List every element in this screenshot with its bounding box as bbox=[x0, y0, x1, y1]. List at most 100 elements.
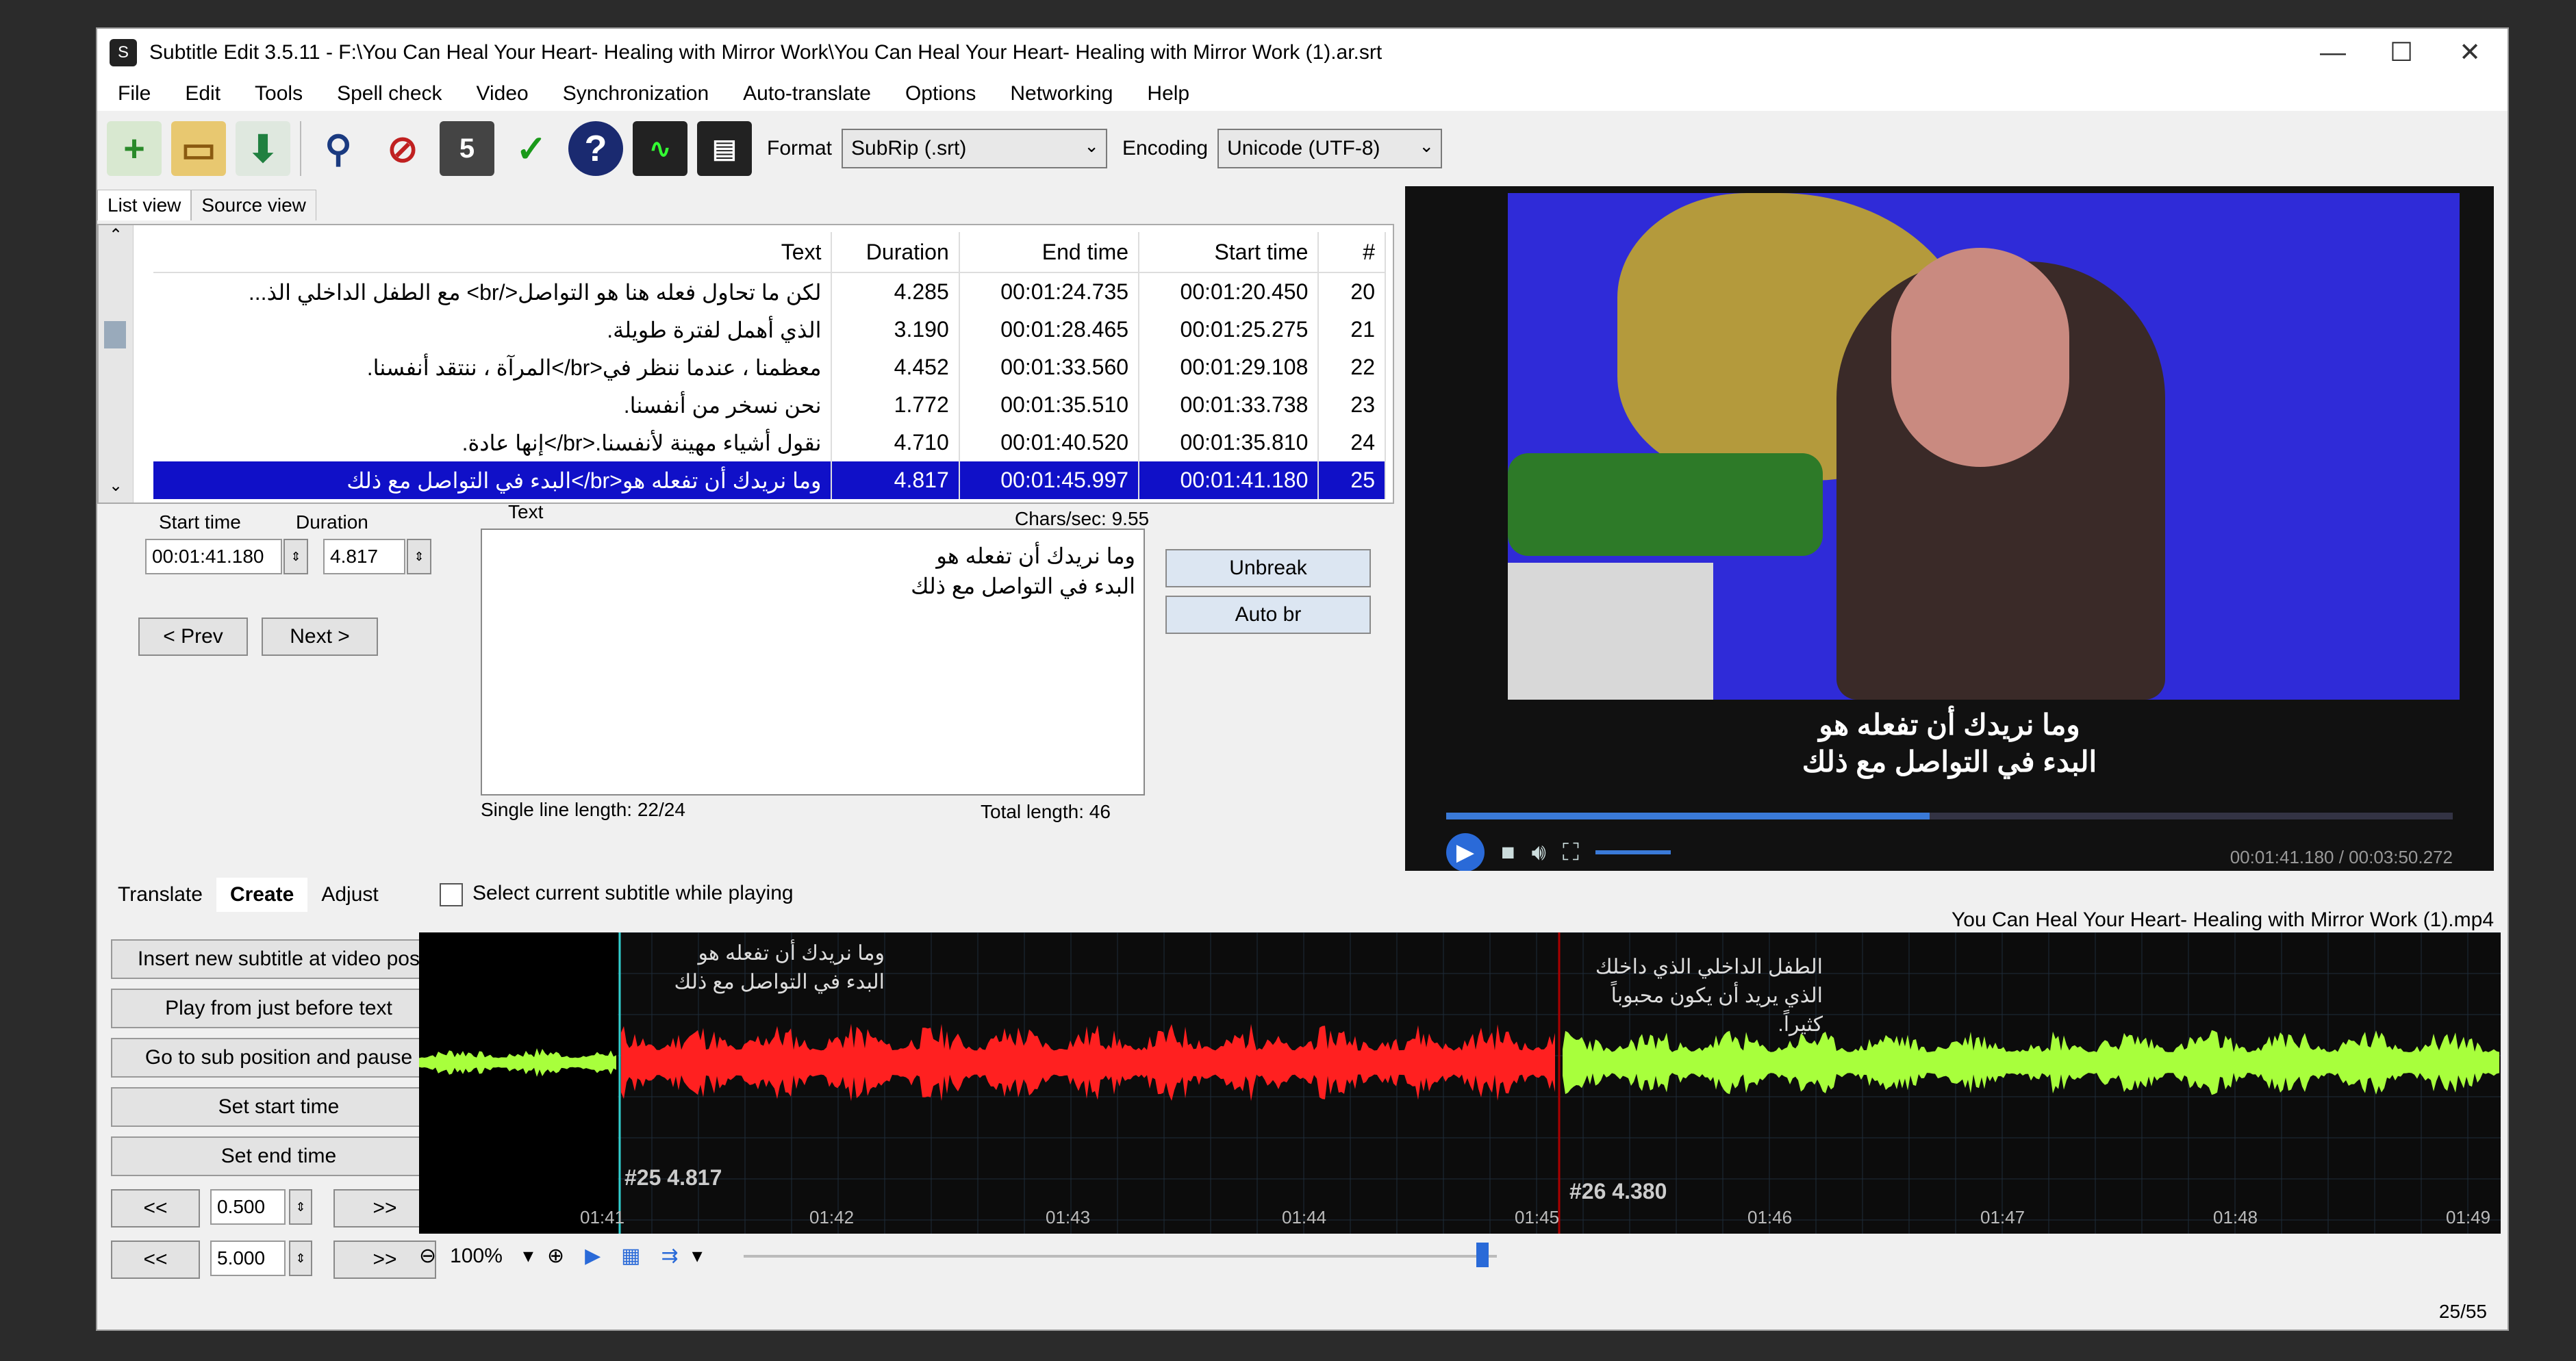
volume-slider[interactable] bbox=[1595, 850, 1671, 854]
close-button[interactable]: ✕ bbox=[2439, 36, 2501, 70]
table-row[interactable]: نقول أشياء مهينة لأنفسنا.<br/>إنها عادة.… bbox=[153, 424, 1386, 461]
start-time-field[interactable]: 00:01:41.180 bbox=[145, 539, 282, 574]
visual-sync-icon[interactable]: 5 bbox=[440, 121, 494, 176]
maximize-button[interactable]: ☐ bbox=[2371, 36, 2432, 70]
step-back-small-button[interactable]: << bbox=[111, 1189, 200, 1228]
unbreak-button[interactable]: Unbreak bbox=[1165, 549, 1371, 587]
slider-thumb[interactable] bbox=[1476, 1242, 1489, 1267]
menu-edit[interactable]: Edit bbox=[185, 82, 220, 105]
table-row[interactable]: نحن نسخر من أنفسنا. 1.772 00:01:35.510 0… bbox=[153, 386, 1386, 424]
row-number: 21 bbox=[1318, 311, 1386, 348]
menu-synchronization[interactable]: Synchronization bbox=[563, 82, 709, 105]
chevron-down-icon[interactable]: ▾ bbox=[692, 1244, 703, 1268]
tab-adjust[interactable]: Adjust bbox=[307, 878, 392, 912]
grid-scrollbar[interactable]: ⌃ ⌄ bbox=[99, 225, 134, 503]
menu-video[interactable]: Video bbox=[477, 82, 529, 105]
menu-spell-check[interactable]: Spell check bbox=[337, 82, 442, 105]
waveform-icon[interactable]: ∿ bbox=[633, 121, 687, 176]
set-start-time-button[interactable]: Set start time bbox=[111, 1087, 446, 1127]
video-timecode: 00:01:41.180 / 00:03:50.272 bbox=[2230, 847, 2453, 867]
zoom-out-icon[interactable]: ⊖ bbox=[419, 1244, 436, 1268]
column-header-start-time[interactable]: Start time bbox=[1139, 232, 1319, 273]
play-next-icon[interactable]: ⇉ bbox=[661, 1244, 679, 1268]
menu-help[interactable]: Help bbox=[1147, 82, 1189, 105]
table-row[interactable]: معظمنا ، عندما ننظر في<br/>المرآة ، ننتق… bbox=[153, 348, 1386, 386]
step-small-field[interactable]: 0.500 bbox=[210, 1189, 286, 1225]
grid-icon[interactable]: ▦ bbox=[621, 1244, 640, 1268]
video-icon[interactable]: ▤ bbox=[697, 121, 752, 176]
menu-options[interactable]: Options bbox=[905, 82, 976, 105]
status-line-position: 25/55 bbox=[2438, 1301, 2487, 1322]
replace-icon[interactable]: ⊘ bbox=[375, 121, 430, 176]
find-icon[interactable]: ⚲ bbox=[311, 121, 366, 176]
table-row-selected[interactable]: وما نريدك أن تفعله هو<br/>البدء في التوا… bbox=[153, 461, 1386, 499]
row-number: 20 bbox=[1318, 272, 1386, 311]
step-large-value: 5.000 bbox=[217, 1247, 266, 1269]
step-large-spinner[interactable]: ⇕ bbox=[289, 1241, 312, 1276]
start-time-spinner[interactable]: ⇕ bbox=[283, 539, 308, 574]
duration-field[interactable]: 4.817 bbox=[323, 539, 405, 574]
row-start-time: 00:01:20.450 bbox=[1139, 272, 1319, 311]
fullscreen-icon[interactable]: ⛶ bbox=[1563, 839, 1579, 866]
audio-waveform[interactable]: وما نريدك أن تفعله هو البدء في التواصل م… bbox=[419, 932, 2501, 1234]
insert-subtitle-button[interactable]: Insert new subtitle at video pos bbox=[111, 939, 446, 979]
step-large-field[interactable]: 5.000 bbox=[210, 1241, 286, 1276]
select-current-subtitle-checkbox[interactable] bbox=[440, 883, 463, 906]
waveform-position-slider[interactable] bbox=[743, 1242, 1497, 1267]
row-start-time: 00:01:35.810 bbox=[1139, 424, 1319, 461]
tab-create[interactable]: Create bbox=[216, 878, 308, 912]
scroll-up-icon[interactable]: ⌃ bbox=[99, 225, 133, 245]
menu-auto-translate[interactable]: Auto-translate bbox=[743, 82, 871, 105]
editor-line-2: البدء في التواصل مع ذلك bbox=[911, 574, 1135, 598]
waveform-caption-25-line-1: وما نريدك أن تفعله هو bbox=[698, 942, 885, 965]
save-download-icon[interactable]: ⬇ bbox=[236, 121, 290, 176]
menu-networking[interactable]: Networking bbox=[1010, 82, 1113, 105]
video-frame bbox=[1508, 193, 2460, 700]
menu-tools[interactable]: Tools bbox=[255, 82, 303, 105]
play-before-text-button[interactable]: Play from just before text bbox=[111, 989, 446, 1028]
encoding-select[interactable]: Unicode (UTF-8) ⌄ bbox=[1217, 129, 1443, 168]
menu-file[interactable]: File bbox=[118, 82, 151, 105]
scroll-thumb[interactable] bbox=[104, 321, 126, 348]
tab-list-view[interactable]: List view bbox=[97, 190, 192, 220]
column-header-text[interactable]: Text bbox=[153, 232, 833, 273]
scroll-down-icon[interactable]: ⌄ bbox=[99, 476, 133, 496]
row-start-time: 00:01:33.738 bbox=[1139, 386, 1319, 424]
column-header-duration[interactable]: Duration bbox=[831, 232, 960, 273]
go-to-sub-position-button[interactable]: Go to sub position and pause bbox=[111, 1038, 446, 1078]
table-row[interactable]: الذي أهمل لفترة طويلة. 3.190 00:01:28.46… bbox=[153, 311, 1386, 348]
column-header-number[interactable]: # bbox=[1318, 232, 1386, 273]
volume-icon[interactable]: 🔊︎ bbox=[1532, 839, 1546, 866]
tab-source-view[interactable]: Source view bbox=[191, 190, 316, 220]
zoom-in-icon[interactable]: ⊕ bbox=[547, 1244, 564, 1268]
next-button[interactable]: Next > bbox=[262, 618, 378, 656]
play-icon[interactable]: ▶ bbox=[1446, 833, 1485, 871]
chevron-down-icon[interactable]: ▾ bbox=[523, 1244, 533, 1268]
step-back-large-button[interactable]: << bbox=[111, 1241, 200, 1279]
play-waveform-icon[interactable]: ▶ bbox=[585, 1244, 601, 1268]
new-icon[interactable]: + bbox=[107, 121, 162, 176]
waveform-toolbar: ⊖ 100% ▾ ⊕ ▶ ▦ ⇉ ▾ bbox=[419, 1242, 1497, 1268]
minimize-button[interactable]: — bbox=[2302, 36, 2364, 70]
open-folder-icon[interactable]: ▭ bbox=[171, 121, 226, 176]
tab-translate[interactable]: Translate bbox=[104, 878, 216, 912]
prev-button[interactable]: < Prev bbox=[138, 618, 248, 656]
zoom-value[interactable]: 100% bbox=[450, 1245, 503, 1268]
stop-icon[interactable]: ■ bbox=[1501, 839, 1515, 866]
row-text: لكن ما تحاول فعله هنا هو التواصل</br> مع… bbox=[153, 272, 833, 311]
row-duration: 4.817 bbox=[831, 461, 960, 499]
duration-spinner[interactable]: ⇕ bbox=[407, 539, 431, 574]
format-select[interactable]: SubRip (.srt) ⌄ bbox=[842, 129, 1108, 168]
step-small-spinner[interactable]: ⇕ bbox=[289, 1189, 312, 1225]
column-header-end-time[interactable]: End time bbox=[959, 232, 1140, 273]
video-seek-bar[interactable] bbox=[1446, 813, 2453, 819]
table-row[interactable]: لكن ما تحاول فعله هنا هو التواصل</br> مع… bbox=[153, 272, 1386, 311]
set-end-time-button[interactable]: Set end time bbox=[111, 1136, 446, 1176]
format-value: SubRip (.srt) bbox=[851, 137, 967, 160]
video-player[interactable]: وما نريدك أن تفعله هو البدء في التواصل م… bbox=[1405, 186, 2494, 871]
auto-br-button[interactable]: Auto br bbox=[1165, 596, 1371, 634]
seek-progress bbox=[1446, 813, 1930, 819]
subtitle-text-editor[interactable]: وما نريدك أن تفعله هو البدء في التواصل م… bbox=[481, 529, 1145, 796]
help-icon[interactable]: ? bbox=[568, 121, 623, 176]
spell-check-icon[interactable]: ✓ bbox=[504, 121, 559, 176]
